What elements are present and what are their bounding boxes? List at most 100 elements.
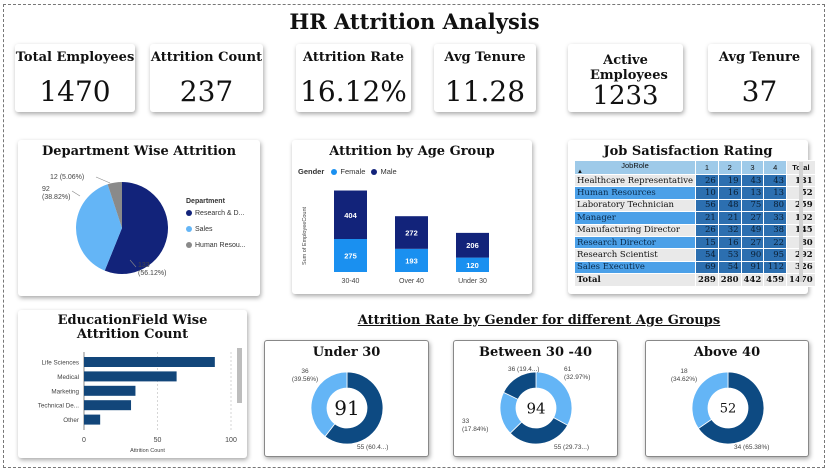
table-cell-jobrole: Human Resources xyxy=(573,186,697,200)
legend-swatch xyxy=(186,226,192,232)
column-header-4[interactable]: 4 xyxy=(763,160,788,175)
table-cell-value: 91 xyxy=(740,260,765,275)
age-group-bar-chart[interactable]: 275 404 30-40 193 272 Over 40 120 206 Under 30 Su… xyxy=(292,140,532,294)
donut-chart-between-30-40[interactable]: 94 61 (32.97%) 55 (29.73...) 36 (19.4...) 33(… xyxy=(454,341,619,458)
table-cell-value: 38 xyxy=(763,223,788,237)
donut-card-above-40[interactable]: Above 40 52 34 (65.38%) 18 (34.62%) xyxy=(645,340,809,457)
table-cell-value: 13 xyxy=(740,186,765,200)
table-cell-jobrole: Manager xyxy=(573,211,697,225)
table-cell-jobrole: Research Director xyxy=(573,235,697,250)
table-row[interactable]: Laboratory Technician 56 48 75 80 259 xyxy=(573,198,816,213)
donut-card-under-30[interactable]: Under 30 91 55 (60.4...) 36 (39.56%) xyxy=(264,340,429,457)
table-cell-value: 459 xyxy=(763,273,788,287)
table-cell-value: 56 xyxy=(695,198,719,213)
table-cell-value: 19 xyxy=(717,173,742,188)
leader-line xyxy=(95,176,111,184)
x-axis-label: Attrition Count xyxy=(130,448,165,454)
page-title: HR Attrition Analysis xyxy=(289,9,540,34)
column-header-2[interactable]: 2 xyxy=(717,160,742,175)
table-header-row: JobRole▲ 1 2 3 4 Total xyxy=(573,160,816,175)
donut-chart-under-30[interactable]: 91 55 (60.4...) 36 (39.56%) xyxy=(265,341,430,458)
legend-item-sales[interactable]: Sales xyxy=(186,226,213,233)
table-cell-value: 26 xyxy=(695,223,719,237)
y-tick-label: Life Sciences xyxy=(42,360,79,367)
data-label: 55 (60.4...) xyxy=(357,444,388,451)
bar xyxy=(84,357,215,367)
table-cell-value: 22 xyxy=(763,235,788,250)
table-cell-jobrole: Laboratory Technician xyxy=(573,198,697,213)
chart-title: Job Satisfaction Rating xyxy=(603,144,773,159)
donut-card-between-30-40[interactable]: Between 30 -40 94 61 (32.97%) 55 (29.73...)… xyxy=(453,340,618,457)
column-header-1[interactable]: 1 xyxy=(695,160,719,175)
column-header-jobrole[interactable]: JobRole ▲ xyxy=(573,160,697,175)
job-satisfaction-card[interactable]: Job Satisfaction Rating JobRole ▲ 1 2 3 4… xyxy=(568,140,816,294)
chart-scrollbar[interactable] xyxy=(237,348,242,403)
y-axis-label: Sum of EmployeeCount xyxy=(302,206,308,265)
education-field-bar-chart[interactable]: Life Sciences Medical Marketing Technical D… xyxy=(18,310,247,458)
age-group-card[interactable]: Attrition by Age Group Gender Female Mal… xyxy=(292,140,532,294)
table-row[interactable]: Healthcare Representative 26 19 43 43 131 xyxy=(573,173,816,188)
kpi-label: Avg Tenure xyxy=(444,50,526,65)
kpi-label: Active Employees xyxy=(590,53,668,83)
table-row[interactable]: Manufacturing Director 26 32 49 38 145 xyxy=(573,223,816,237)
legend-label: Sales xyxy=(195,226,213,233)
column-header-3[interactable]: 3 xyxy=(740,160,765,175)
y-tick-label: Other xyxy=(63,417,79,424)
table-cell-jobrole: Total xyxy=(573,273,697,287)
data-label: 36 (39.56%) xyxy=(292,368,318,383)
donut-chart-above-40[interactable]: 52 34 (65.38%) 18 (34.62%) xyxy=(646,341,810,458)
education-field-card[interactable]: EducationField Wise Attrition Count Life… xyxy=(18,310,247,458)
table-scrollbar[interactable] xyxy=(799,162,803,282)
data-label: 55 (29.73...) xyxy=(554,444,589,451)
y-tick-label: Marketing xyxy=(51,388,79,395)
data-label: 92 (38.82%) xyxy=(42,186,70,201)
kpi-total-employees[interactable]: Total Employees 1470 xyxy=(15,44,135,112)
legend-title: Department xyxy=(186,198,225,205)
department-pie-chart[interactable]: 133 (56.12%) 92 (38.82%) 12 (5.06%) xyxy=(18,140,260,296)
x-tick-label: 100 xyxy=(225,437,237,444)
bar xyxy=(84,371,177,382)
legend-label: Research & D... xyxy=(195,210,245,217)
kpi-avg-tenure-2[interactable]: Avg Tenure 37 xyxy=(708,44,811,112)
bar xyxy=(84,414,101,425)
table-cell-value: 54 xyxy=(717,260,742,275)
kpi-attrition-count[interactable]: Attrition Count 237 xyxy=(150,44,263,112)
table-row[interactable]: Human Resources 10 16 13 13 52 xyxy=(573,186,816,200)
donut-center-value: 94 xyxy=(526,399,545,417)
job-satisfaction-table[interactable]: JobRole▲ 1 2 3 4 Total Healthcare Repres… xyxy=(573,160,816,287)
table-cell-jobrole: Research Scientist xyxy=(573,248,697,262)
legend-item-research[interactable]: Research & D... xyxy=(186,210,244,217)
table-cell-value: 75 xyxy=(740,198,765,213)
table-cell-value: 27 xyxy=(740,211,765,225)
bar xyxy=(84,400,132,411)
table-cell-value: 48 xyxy=(717,198,742,213)
kpi-attrition-rate[interactable]: Attrition Rate 16.12% xyxy=(296,44,411,112)
legend-label: Human Resou... xyxy=(195,242,246,249)
x-tick-label: Over 40 xyxy=(399,278,424,285)
kpi-value: 237 xyxy=(179,75,234,108)
data-label: 12 (5.06%) xyxy=(50,174,84,181)
table-row[interactable]: Sales Executive 69 54 91 112 326 xyxy=(573,260,816,275)
x-tick-label: 0 xyxy=(82,437,86,444)
table-cell-value: 69 xyxy=(695,260,719,275)
table-total-row[interactable]: Total2892804424591470 xyxy=(573,273,816,287)
data-label: 18 (34.62%) xyxy=(671,368,697,383)
data-label: 206 xyxy=(466,241,479,250)
department-attrition-card[interactable]: Department Wise Attrition 133 (56.12%) 92(… xyxy=(18,140,260,296)
table-cell-value: 15 xyxy=(695,235,719,250)
kpi-active-employees[interactable]: Active Employees 1233 xyxy=(568,44,683,112)
legend-swatch xyxy=(186,210,192,216)
data-label: 34 (65.38%) xyxy=(734,444,769,451)
legend-item-hr[interactable]: Human Resou... xyxy=(186,242,246,249)
kpi-avg-tenure[interactable]: Avg Tenure 11.28 xyxy=(434,44,536,112)
table-cell-value: 90 xyxy=(740,248,765,262)
table-row[interactable]: Manager 21 21 27 33 102 xyxy=(573,211,816,225)
table-row[interactable]: Research Director 15 16 27 22 80 xyxy=(573,235,816,250)
table-row[interactable]: Research Scientist 54 53 90 95 292 xyxy=(573,248,816,262)
kpi-value: 1233 xyxy=(592,81,659,111)
data-label: 33 (17.84%) xyxy=(462,418,488,433)
x-tick-label: 30-40 xyxy=(342,278,360,285)
data-label: 404 xyxy=(344,211,357,220)
table-cell-value: 16 xyxy=(717,186,742,200)
table-cell-jobrole: Sales Executive xyxy=(573,260,697,275)
